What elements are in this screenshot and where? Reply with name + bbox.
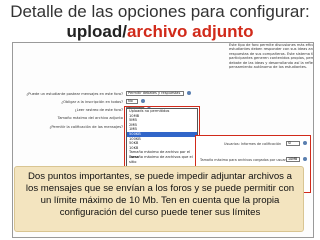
help-icon[interactable] — [187, 91, 191, 95]
panel-select[interactable]: 10MB — [286, 157, 300, 162]
panel-select[interactable]: Sí — [286, 141, 300, 146]
help-icon[interactable] — [303, 141, 307, 145]
setting-label-subscribe: ¿Obligar a la inscripción en todos? — [61, 100, 123, 104]
note-text: Dos puntos importantes, se puede impedir… — [25, 171, 295, 218]
setting-label-post: ¿Puede un estudiante postear mensajes en… — [26, 92, 123, 96]
forum-type-description: Este tipo de foro permite discusiones má… — [229, 43, 313, 70]
title-highlight-part: archivo adjunto — [126, 22, 254, 41]
dropdown-option[interactable]: Tamaño máximo de archivos que el sitio — [127, 155, 197, 164]
setting-select-post[interactable]: Permitir debates y respuestas — [126, 91, 184, 96]
help-icon[interactable] — [303, 157, 307, 161]
slide-title-line2: upload/archivo adjunto — [0, 22, 320, 42]
title-plain-part: upload/ — [66, 22, 127, 41]
setting-label-max-attachment: Tamaño máximo del archivo adjunto — [57, 116, 123, 120]
help-icon[interactable] — [141, 99, 145, 103]
setting-label-track: ¿Leer rastreo de este foro? — [74, 108, 123, 112]
panel-label: Tamaño máximo para archivos cargados por… — [200, 158, 291, 162]
slide-title-line1: Detalle de las opciones para configurar: — [10, 2, 310, 21]
setting-label-ratings: ¿Permitir la calificación de los mensaje… — [49, 125, 123, 129]
setting-select-subscribe[interactable]: No — [126, 99, 138, 104]
note-callout: Dos puntos importantes, se puede impedir… — [14, 166, 304, 232]
panel-label: Usuarios: Informes de calificación — [224, 142, 282, 146]
